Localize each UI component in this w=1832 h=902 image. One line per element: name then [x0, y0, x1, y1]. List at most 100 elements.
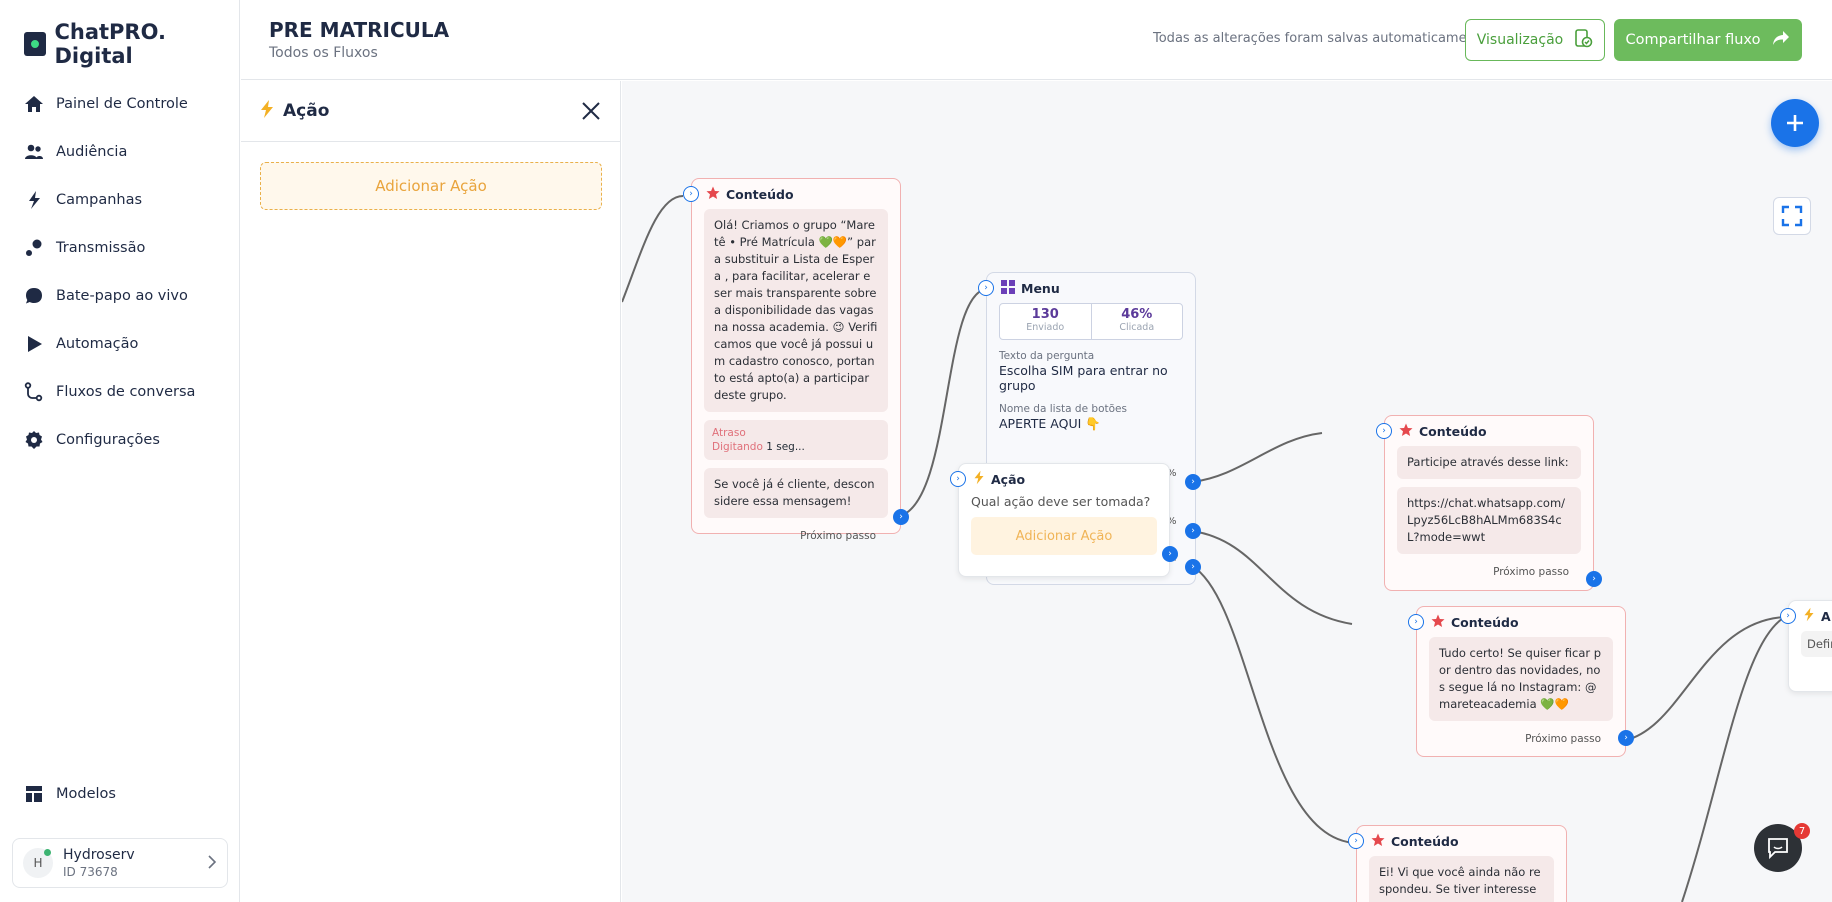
output-port-icon[interactable]: › — [1185, 474, 1201, 490]
nav-item-label: Painel de Controle — [56, 96, 188, 112]
output-port-icon[interactable]: › — [893, 509, 909, 525]
star-icon — [1431, 614, 1445, 631]
nav-item-flows[interactable]: Fluxos de conversa — [24, 368, 195, 416]
nav-item-live-chat[interactable]: Bate-papo ao vivo — [24, 272, 195, 320]
flow-icon — [24, 382, 44, 402]
input-port-icon[interactable]: › — [1780, 608, 1796, 624]
content-node[interactable]: › Conteúdo Ei! Vi que você ainda não res… — [1348, 825, 1567, 902]
content-node[interactable]: › Conteúdo Tudo certo! Se quiser ficar p… — [1408, 606, 1634, 757]
next-step-label: Próximo passo — [800, 530, 876, 542]
save-status: Todas as alterações foram salvas automat… — [1153, 31, 1488, 46]
message-text: Se você já é cliente, desconsidere essa … — [704, 468, 888, 518]
home-icon — [24, 94, 44, 114]
main-nav: Painel de Controle Audiência Campanhas T… — [24, 80, 195, 464]
edge — [1191, 565, 1358, 844]
edge — [1191, 432, 1323, 483]
add-action-button[interactable]: Adicionar Ação — [260, 162, 602, 210]
user-id: ID 73678 — [63, 865, 118, 879]
chat-icon — [1768, 838, 1788, 860]
plus-icon — [1787, 115, 1803, 131]
node-header: Menu — [987, 273, 1195, 303]
action-node[interactable]: › Ação Qual ação deve ser tomada? Adicio… — [950, 463, 1178, 577]
menu-list-name: APERTE AQUI 👇 — [999, 416, 1101, 431]
flow-canvas[interactable]: › Conteúdo Olá! Criamos o grupo “Maretê … — [622, 81, 1832, 902]
menu-stats: 130 Enviado 46% Clicada — [999, 303, 1183, 340]
output-port-icon[interactable]: › — [1185, 523, 1201, 539]
bottom-nav: Modelos — [24, 770, 116, 818]
chat-bubble-icon — [24, 286, 44, 306]
user-account-card[interactable]: H Hydroserv ID 73678 — [12, 838, 228, 888]
nav-item-label: Automação — [56, 336, 139, 352]
input-port-icon[interactable]: › — [1408, 614, 1424, 630]
user-name: Hydroserv — [63, 847, 135, 863]
templates-icon — [24, 784, 44, 804]
action-panel: Ação Adicionar Ação — [241, 81, 621, 902]
lightning-icon — [1803, 607, 1815, 625]
fit-view-button[interactable] — [1773, 197, 1811, 235]
share-arrow-icon — [1772, 30, 1790, 50]
node-header: Conteúdo — [1417, 607, 1625, 637]
message-link: https://chat.whatsapp.com/Lpyz56LcB8hALM… — [1397, 487, 1581, 554]
output-port-icon[interactable]: › — [1162, 546, 1178, 562]
nav-item-templates[interactable]: Modelos — [24, 770, 116, 818]
nav-item-label: Bate-papo ao vivo — [56, 288, 188, 304]
edge — [1621, 616, 1786, 742]
message-text: Ei! Vi que você ainda não respondeu. Se … — [1369, 856, 1554, 902]
nav-item-label: Fluxos de conversa — [56, 384, 196, 400]
node-header: Conteúdo — [692, 179, 900, 209]
input-port-icon[interactable]: › — [950, 471, 966, 487]
nav-item-label: Audiência — [56, 144, 128, 160]
brand-name: ChatPRO. Digital — [54, 20, 166, 68]
preview-button[interactable]: Visualização — [1465, 19, 1605, 61]
users-icon — [24, 142, 44, 162]
nav-item-audience[interactable]: Audiência — [24, 128, 195, 176]
add-action-button[interactable]: Adicionar Ação — [971, 517, 1157, 555]
nav-item-settings[interactable]: Configurações — [24, 416, 195, 464]
preview-device-icon — [1573, 28, 1593, 52]
next-step-label: Próximo passo — [1493, 566, 1569, 578]
nav-item-broadcast[interactable]: Transmissão — [24, 224, 195, 272]
page-header: PRE MATRICULA Todos os Fluxos Todas as a… — [241, 0, 1832, 80]
input-port-icon[interactable]: › — [1348, 833, 1364, 849]
nav-item-label: Campanhas — [56, 192, 143, 208]
user-info: Hydroserv ID 73678 — [63, 847, 197, 879]
broadcast-icon — [24, 238, 44, 258]
content-node[interactable]: › Conteúdo Olá! Criamos o grupo “Maretê … — [683, 178, 909, 542]
automation-icon — [24, 334, 44, 354]
stat-sent: 130 Enviado — [1026, 307, 1065, 333]
delay-block: Atraso Digitando 1 seg... — [704, 420, 888, 460]
message-text: Olá! Criamos o grupo “Maretê • Pré Matrí… — [704, 209, 888, 412]
action-node[interactable]: › A Defin — [1780, 600, 1832, 692]
brand[interactable]: ChatPRO. Digital — [24, 20, 239, 68]
lightning-icon — [973, 470, 985, 488]
edge — [1191, 530, 1353, 625]
grid-icon — [1001, 279, 1015, 297]
nav-item-label: Modelos — [56, 786, 116, 802]
nav-item-dashboard[interactable]: Painel de Controle — [24, 80, 195, 128]
brand-logo-icon — [24, 32, 47, 56]
action-panel-header: Ação — [241, 81, 620, 142]
input-port-icon[interactable]: › — [683, 186, 699, 202]
output-port-icon[interactable]: › — [1618, 730, 1634, 746]
message-text: Participe através desse link: — [1397, 446, 1581, 479]
page-title: PRE MATRICULA — [269, 18, 450, 42]
gear-icon — [24, 430, 44, 450]
content-node[interactable]: › Conteúdo Participe através desse link:… — [1376, 415, 1602, 591]
breadcrumb[interactable]: Todos os Fluxos — [269, 45, 378, 61]
input-port-icon[interactable]: › — [978, 280, 994, 296]
input-port-icon[interactable]: › — [1376, 423, 1392, 439]
add-node-button[interactable] — [1771, 99, 1819, 147]
node-header: Conteúdo — [1357, 826, 1566, 856]
output-port-icon[interactable]: › — [1586, 571, 1602, 587]
output-port-icon[interactable]: › — [1185, 559, 1201, 575]
online-status-icon — [44, 849, 51, 856]
lightning-icon — [259, 99, 275, 123]
share-flow-button[interactable]: Compartilhar fluxo — [1614, 19, 1802, 61]
star-icon — [1399, 423, 1413, 440]
sidebar: ChatPRO. Digital Painel de Controle Audi… — [0, 0, 240, 902]
close-icon[interactable] — [580, 100, 602, 122]
chevron-right-icon — [207, 854, 217, 873]
campaign-icon — [24, 190, 44, 210]
nav-item-campaigns[interactable]: Campanhas — [24, 176, 195, 224]
nav-item-automation[interactable]: Automação — [24, 320, 195, 368]
